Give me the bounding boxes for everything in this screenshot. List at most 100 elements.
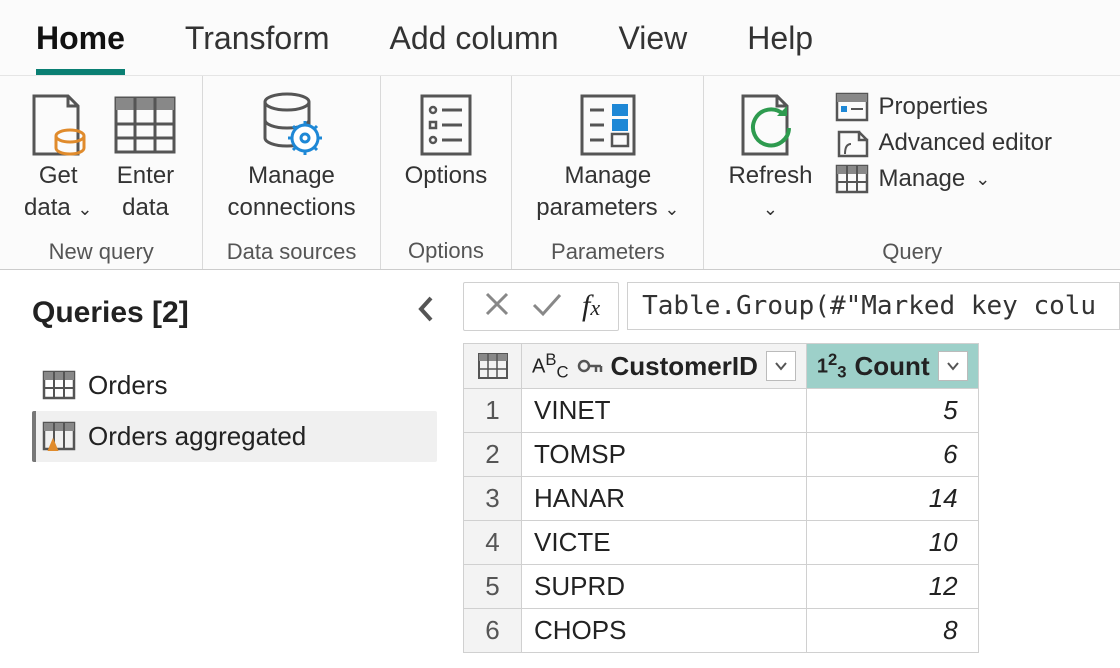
ribbon-group-label-query: Query bbox=[722, 235, 1102, 265]
properties-icon bbox=[835, 92, 869, 122]
cell-customerid[interactable]: SUPRD bbox=[522, 565, 807, 609]
table-row[interactable]: 5SUPRD12 bbox=[464, 565, 979, 609]
table-icon bbox=[478, 353, 508, 379]
advanced-editor-icon bbox=[835, 128, 869, 158]
cell-count[interactable]: 5 bbox=[806, 389, 978, 433]
formula-bar: fx Table.Group(#"Marked key colu bbox=[463, 282, 1120, 331]
cell-count[interactable]: 10 bbox=[806, 521, 978, 565]
row-number: 2 bbox=[464, 433, 522, 477]
apply-formula-button[interactable] bbox=[530, 289, 564, 324]
column-name: CustomerID bbox=[611, 351, 758, 382]
refresh-label: Refresh⌄ bbox=[728, 160, 812, 225]
data-table: ABC CustomerID 123 Count bbox=[463, 343, 979, 654]
table-row[interactable]: 3HANAR14 bbox=[464, 477, 979, 521]
ribbon-group-label-options: Options bbox=[408, 234, 484, 264]
ribbon-group-parameters: Manage parameters ⌄ Parameters bbox=[512, 76, 704, 269]
table-body: 1VINET5 2TOMSP6 3HANAR14 4VICTE10 5SUPRD… bbox=[464, 389, 979, 653]
manage-button[interactable]: Manage ⌄ bbox=[835, 164, 1052, 194]
table-row[interactable]: 2TOMSP6 bbox=[464, 433, 979, 477]
row-number: 3 bbox=[464, 477, 522, 521]
query-item-orders[interactable]: Orders bbox=[32, 360, 437, 411]
cell-customerid[interactable]: VINET bbox=[522, 389, 807, 433]
table-fx-icon bbox=[42, 421, 76, 451]
get-data-button[interactable]: Get data ⌄ bbox=[18, 86, 98, 229]
advanced-editor-label: Advanced editor bbox=[879, 129, 1052, 157]
enter-data-icon bbox=[112, 90, 178, 160]
enter-data-label: Enter data bbox=[117, 160, 174, 225]
column-filter-button[interactable] bbox=[938, 351, 968, 381]
cell-customerid[interactable]: CHOPS bbox=[522, 609, 807, 653]
manage-parameters-label: Manage parameters ⌄ bbox=[536, 160, 679, 225]
cell-customerid[interactable]: HANAR bbox=[522, 477, 807, 521]
queries-list: Orders Orders aggregated bbox=[32, 360, 437, 462]
table-row[interactable]: 1VINET5 bbox=[464, 389, 979, 433]
ribbon-group-label-parameters: Parameters bbox=[551, 235, 665, 265]
table-icon bbox=[42, 370, 76, 400]
cell-customerid[interactable]: VICTE bbox=[522, 521, 807, 565]
get-data-label: Get data ⌄ bbox=[24, 160, 92, 225]
cell-customerid[interactable]: TOMSP bbox=[522, 433, 807, 477]
key-icon bbox=[577, 355, 603, 377]
cell-count[interactable]: 12 bbox=[806, 565, 978, 609]
manage-connections-label: Manage connections bbox=[227, 160, 355, 225]
properties-button[interactable]: Properties bbox=[835, 92, 1052, 122]
cell-count[interactable]: 14 bbox=[806, 477, 978, 521]
number-type-icon: 123 bbox=[817, 350, 847, 383]
options-button[interactable]: Options bbox=[399, 86, 494, 228]
tab-home[interactable]: Home bbox=[36, 20, 125, 75]
chevron-down-icon bbox=[774, 361, 788, 371]
chevron-left-icon bbox=[415, 294, 437, 324]
chevron-down-icon bbox=[946, 361, 960, 371]
query-item-orders-aggregated[interactable]: Orders aggregated bbox=[32, 411, 437, 462]
table-corner-button[interactable] bbox=[464, 343, 522, 389]
manage-table-icon bbox=[835, 164, 869, 194]
advanced-editor-button[interactable]: Advanced editor bbox=[835, 128, 1052, 158]
queries-pane-title: Queries [2] bbox=[32, 296, 189, 330]
manage-parameters-button[interactable]: Manage parameters ⌄ bbox=[530, 86, 685, 229]
enter-data-button[interactable]: Enter data bbox=[106, 86, 184, 229]
column-header-customerid[interactable]: ABC CustomerID bbox=[522, 343, 807, 389]
manage-connections-button[interactable]: Manage connections bbox=[221, 86, 361, 229]
text-type-icon: ABC bbox=[532, 350, 569, 383]
ribbon-group-label-new-query: New query bbox=[49, 235, 154, 265]
properties-label: Properties bbox=[879, 93, 988, 121]
manage-label: Manage bbox=[879, 165, 966, 193]
column-header-count[interactable]: 123 Count bbox=[806, 343, 978, 389]
column-name: Count bbox=[855, 351, 930, 382]
queries-sidebar: Queries [2] Orders Orders aggregated bbox=[0, 270, 453, 657]
database-gear-icon bbox=[257, 90, 327, 160]
cell-count[interactable]: 6 bbox=[806, 433, 978, 477]
formula-input[interactable]: Table.Group(#"Marked key colu bbox=[627, 282, 1120, 330]
tab-view[interactable]: View bbox=[619, 20, 688, 75]
table-row[interactable]: 6CHOPS8 bbox=[464, 609, 979, 653]
query-item-label: Orders aggregated bbox=[88, 421, 306, 452]
options-list-icon bbox=[418, 90, 474, 160]
parameters-icon bbox=[578, 90, 638, 160]
ribbon-group-new-query: Get data ⌄ Enter data New query bbox=[0, 76, 203, 269]
tab-add-column[interactable]: Add column bbox=[390, 20, 559, 75]
chevron-down-icon: ⌄ bbox=[975, 169, 990, 190]
ribbon: Get data ⌄ Enter data New query bbox=[0, 75, 1120, 269]
ribbon-group-data-sources: Manage connections Data sources bbox=[203, 76, 380, 269]
tab-help[interactable]: Help bbox=[747, 20, 813, 75]
row-number: 1 bbox=[464, 389, 522, 433]
x-icon bbox=[482, 289, 512, 319]
ribbon-group-options: Options Options bbox=[381, 76, 513, 269]
row-number: 5 bbox=[464, 565, 522, 609]
ribbon-group-query: Refresh⌄ Properties Advanced editor Mana… bbox=[704, 76, 1120, 269]
options-label: Options bbox=[405, 160, 488, 192]
cancel-formula-button[interactable] bbox=[482, 289, 512, 324]
collapse-sidebar-button[interactable] bbox=[415, 294, 437, 332]
refresh-icon bbox=[737, 90, 803, 160]
cell-count[interactable]: 8 bbox=[806, 609, 978, 653]
refresh-button[interactable]: Refresh⌄ bbox=[722, 86, 818, 229]
column-filter-button[interactable] bbox=[766, 351, 796, 381]
tab-bar: Home Transform Add column View Help bbox=[0, 0, 1120, 75]
tab-transform[interactable]: Transform bbox=[185, 20, 330, 75]
table-row[interactable]: 4VICTE10 bbox=[464, 521, 979, 565]
row-number: 6 bbox=[464, 609, 522, 653]
fx-label: fx bbox=[582, 289, 600, 323]
get-data-icon bbox=[28, 90, 88, 160]
ribbon-group-label-data-sources: Data sources bbox=[227, 235, 357, 265]
main-panel: fx Table.Group(#"Marked key colu ABC Cus… bbox=[453, 270, 1120, 657]
